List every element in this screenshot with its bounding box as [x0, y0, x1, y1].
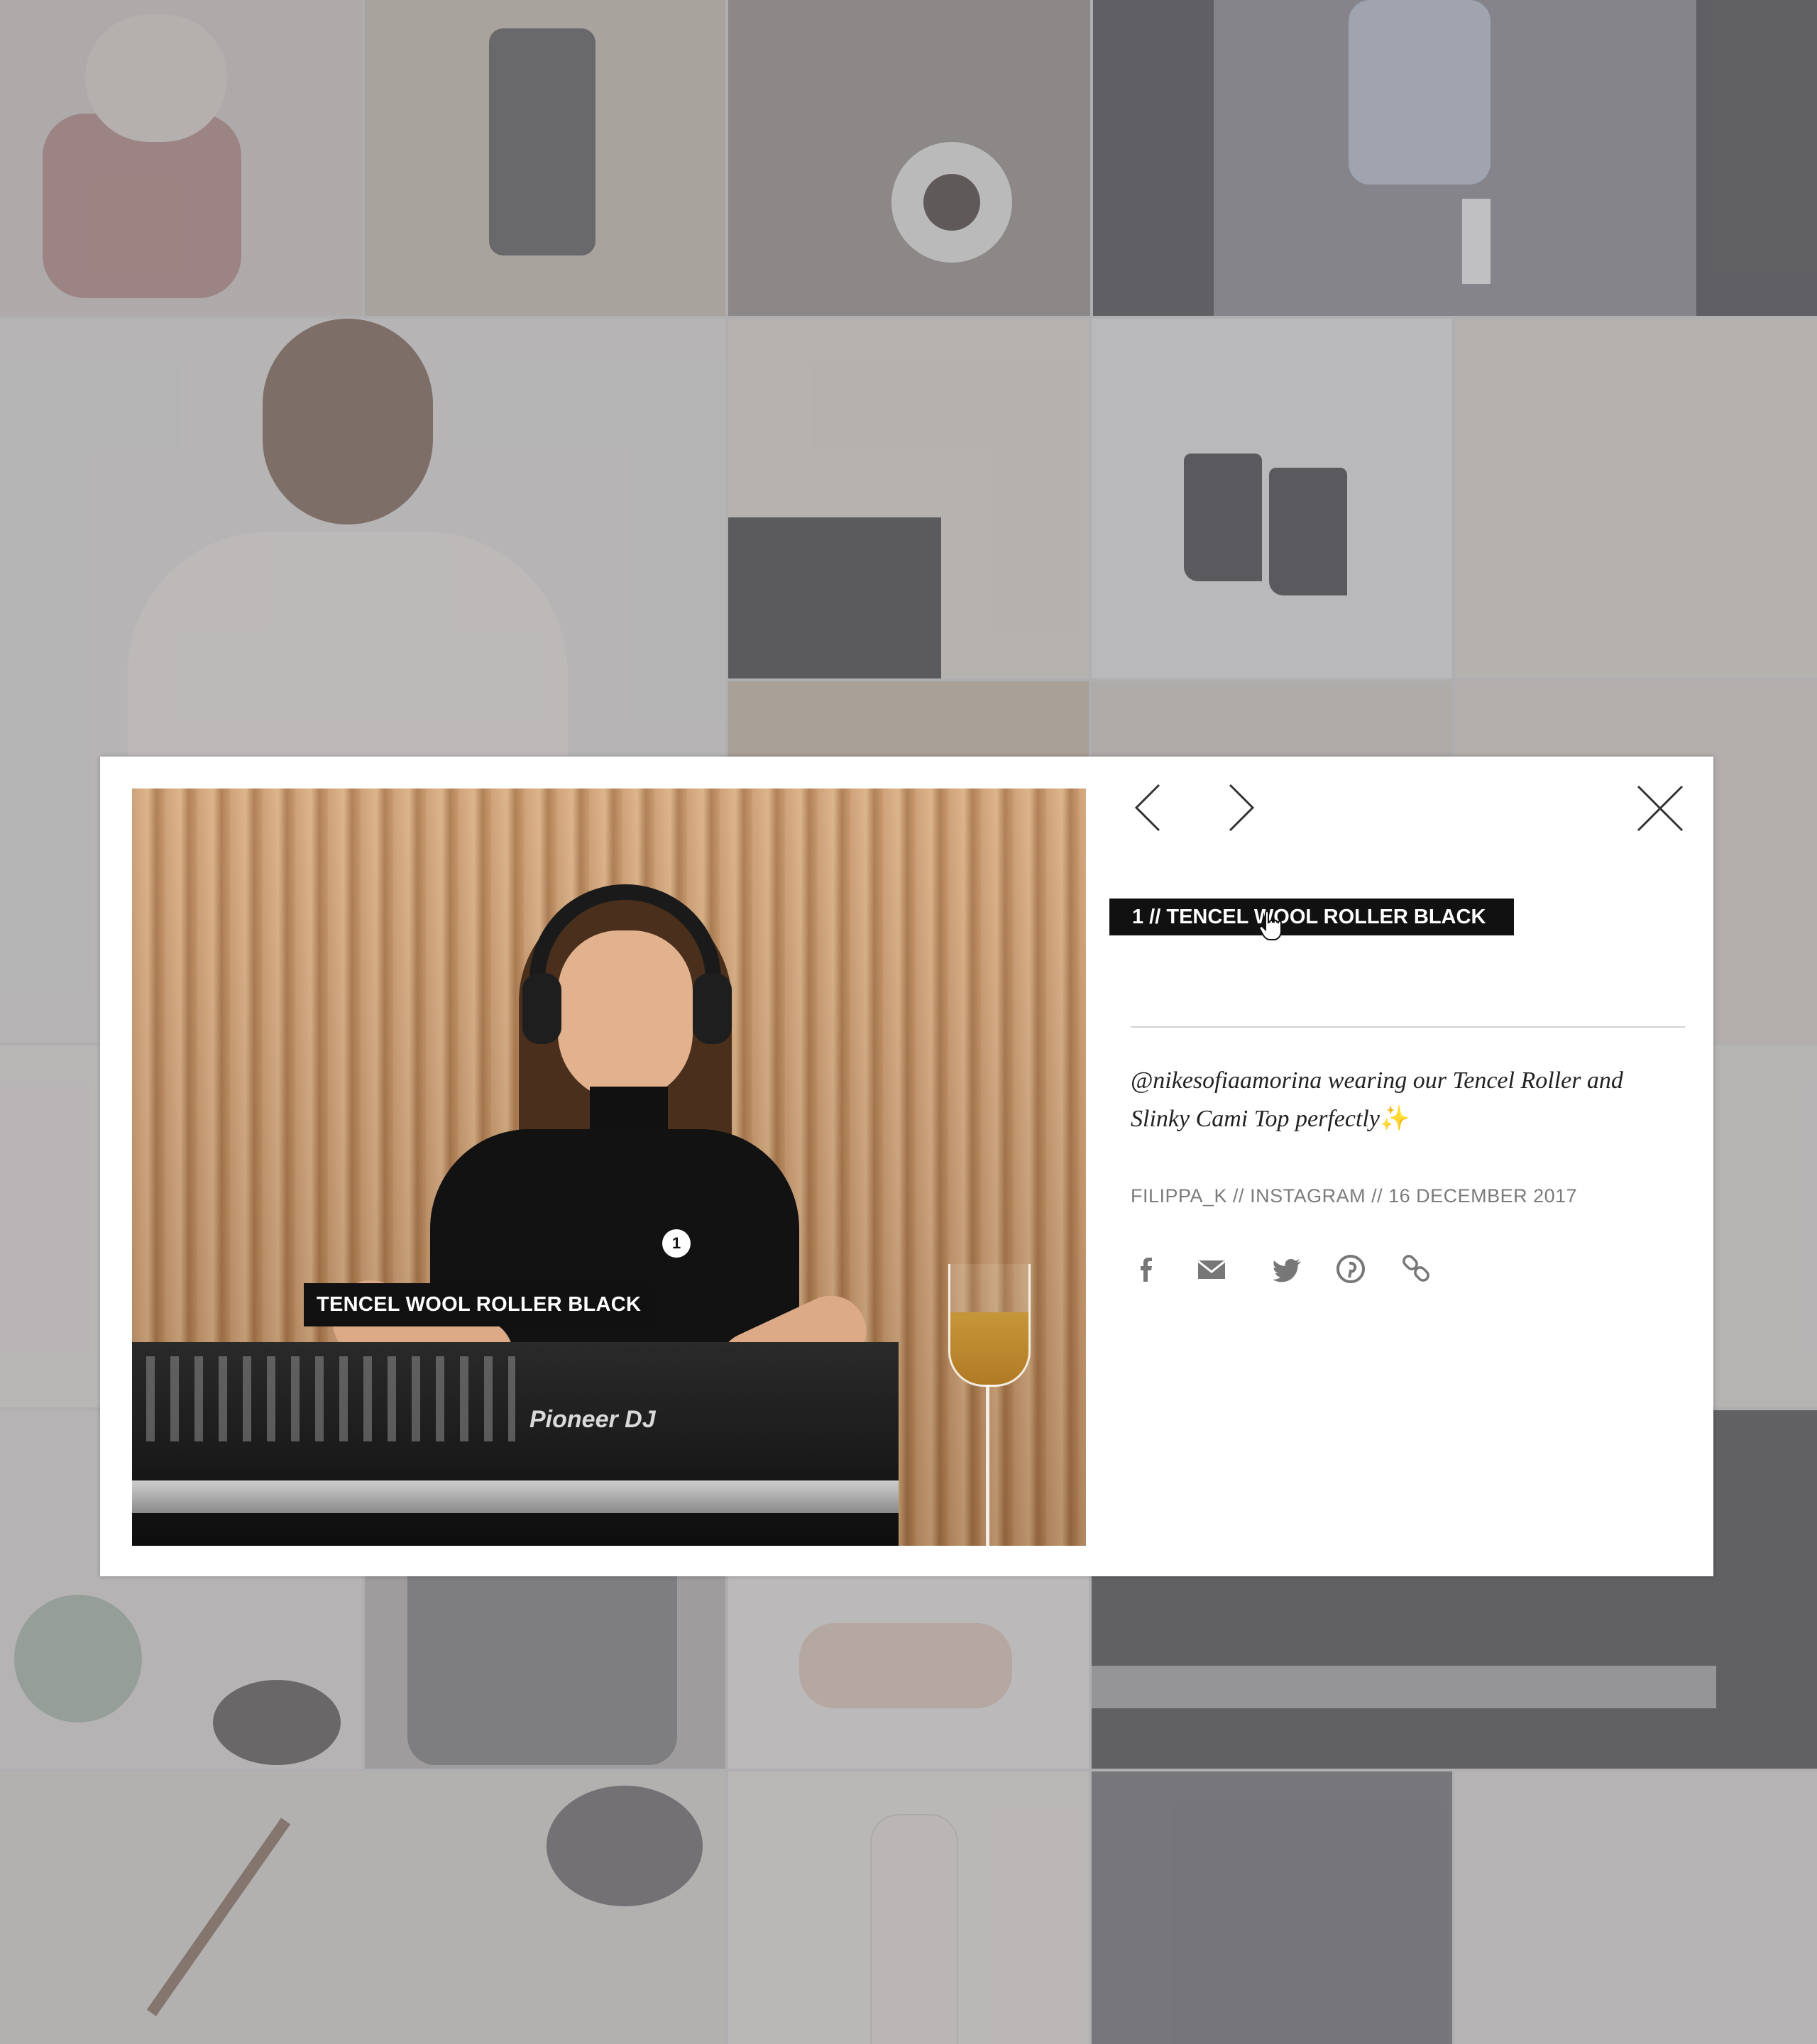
divider: [1131, 1026, 1685, 1028]
product-hotspot[interactable]: 1: [662, 1229, 691, 1258]
post-meta: FILIPPA_K // INSTAGRAM // 16 DECEMBER 20…: [1131, 1185, 1578, 1207]
mixer-knobs: [146, 1356, 515, 1441]
wine-glass: [948, 1264, 1031, 1387]
sparkles-icon: ✨: [1379, 1106, 1410, 1132]
chevron-right-icon: [1229, 784, 1255, 832]
caption-text: @nikesofiaamorina wearing our Tencel Rol…: [1131, 1067, 1623, 1132]
chevron-left-icon: [1134, 784, 1160, 832]
lightbox-photo: Pioneer DJ 1 TENCEL WOOL ROLLER BLACK: [132, 789, 1086, 1546]
wine-glass-stem: [986, 1385, 989, 1546]
post-caption: @nikesofiaamorina wearing our Tencel Rol…: [1131, 1062, 1684, 1138]
previous-button[interactable]: [1133, 782, 1162, 833]
mixer-brand-label: Pioneer DJ: [529, 1406, 656, 1433]
facebook-icon[interactable]: [1131, 1253, 1162, 1285]
hand-cursor-icon: [1258, 910, 1282, 940]
twitter-icon[interactable]: [1273, 1253, 1304, 1285]
pinterest-icon[interactable]: [1335, 1253, 1366, 1285]
product-hotspot-label[interactable]: TENCEL WOOL ROLLER BLACK: [304, 1283, 654, 1326]
next-button[interactable]: [1227, 782, 1256, 833]
product-tag-link[interactable]: 1 // TENCEL WOOL ROLLER BLACK: [1109, 899, 1514, 935]
close-icon: [1637, 785, 1684, 832]
lightbox-modal: Pioneer DJ 1 TENCEL WOOL ROLLER BLACK 1 …: [100, 757, 1713, 1576]
mixer-rail: [132, 1480, 899, 1513]
email-icon[interactable]: [1196, 1253, 1227, 1285]
headphone-cup-right: [693, 973, 732, 1044]
close-button[interactable]: [1635, 784, 1685, 833]
link-icon[interactable]: [1400, 1253, 1432, 1285]
headphone-cup-left: [522, 973, 561, 1044]
